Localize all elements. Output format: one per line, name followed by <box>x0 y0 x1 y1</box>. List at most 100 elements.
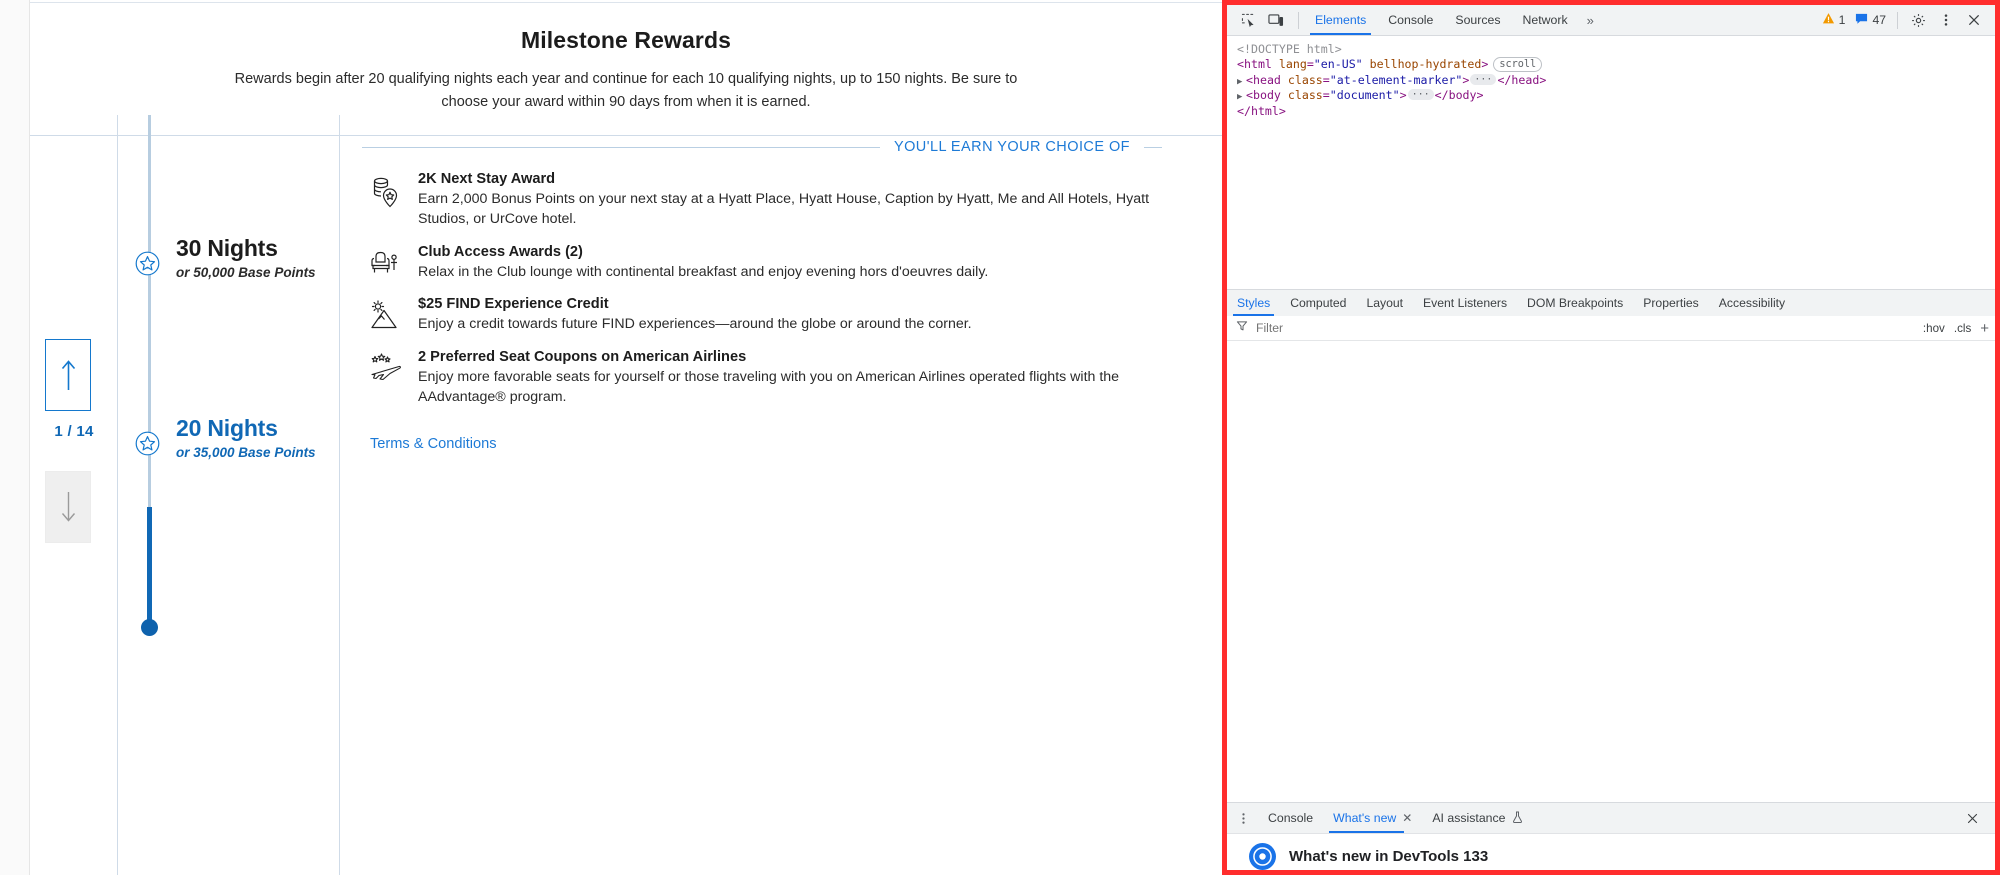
divider-left <box>362 146 880 148</box>
styles-tab-dom-breakpoints[interactable]: DOM Breakpoints <box>1517 290 1633 316</box>
styles-tabbar: Styles Computed Layout Event Listeners D… <box>1227 289 1995 316</box>
reward-desc: Relax in the Club lounge with continenta… <box>418 263 989 280</box>
reward-title: 2 Preferred Seat Coupons on American Air… <box>418 348 747 365</box>
tab-elements[interactable]: Elements <box>1304 5 1377 35</box>
doctype-text: <!DOCTYPE html> <box>1237 42 1342 56</box>
drawer-tab-close-icon[interactable]: ✕ <box>1402 811 1412 825</box>
device-toolbar-icon[interactable] <box>1263 7 1289 33</box>
milestone-rewards-card: Milestone Rewards Rewards begin after 20… <box>30 2 1222 875</box>
styles-tab-layout[interactable]: Layout <box>1356 290 1413 316</box>
reward-text: 2 Preferred Seat Coupons on American Air… <box>418 349 1162 408</box>
inspect-element-icon[interactable] <box>1235 7 1261 33</box>
milestone-nav-rail: 1 / 14 <box>30 115 118 875</box>
styles-tab-event-listeners[interactable]: Event Listeners <box>1413 290 1517 316</box>
styles-filter-input[interactable] <box>1254 320 1917 336</box>
reward-text: $25 FIND Experience Credit Enjoy a credi… <box>418 296 1162 334</box>
expand-triangle-icon[interactable]: ▶ <box>1237 92 1246 104</box>
scroll-down-button[interactable] <box>45 471 91 543</box>
tab-console[interactable]: Console <box>1377 5 1444 35</box>
hov-toggle[interactable]: :hov <box>1923 322 1945 335</box>
page-title: Milestone Rewards <box>520 27 732 53</box>
expand-triangle-icon[interactable]: ▶ <box>1237 77 1246 89</box>
warning-triangle-icon <box>1822 12 1835 28</box>
close-icon[interactable] <box>1961 7 1987 33</box>
dom-line-html[interactable]: <html lang="en-US" bellhop-hydrated> scro… <box>1237 57 1995 73</box>
styles-filter-bar: :hov .cls + <box>1227 316 1995 341</box>
dom-line-body[interactable]: ▶ <body class="document"> ··· </body> <box>1237 88 1995 104</box>
body-tag-gt: > <box>1399 88 1407 103</box>
message-count-badge[interactable]: 47 <box>1851 12 1890 28</box>
drawer-tab-console-label: Console <box>1268 811 1314 825</box>
html-attr-bellhop: bellhop-hydrated <box>1369 57 1482 72</box>
page-left-gutter <box>0 0 30 875</box>
lounge-chair-icon <box>370 244 404 282</box>
devtools-toolbar-icons <box>1227 5 1293 35</box>
drawer-tab-console[interactable]: Console <box>1258 803 1323 833</box>
divider-right <box>1144 146 1162 148</box>
up-arrow-icon <box>60 358 77 392</box>
body-attr-class-value: "document" <box>1329 88 1400 103</box>
reward-item: 2 Preferred Seat Coupons on American Air… <box>362 349 1162 408</box>
message-count: 47 <box>1872 13 1886 27</box>
styles-tab-properties[interactable]: Properties <box>1633 290 1709 316</box>
timeline-nights: 20 Nights <box>176 415 278 441</box>
add-style-rule-icon[interactable]: + <box>1980 320 1989 337</box>
cls-toggle[interactable]: .cls <box>1954 322 1971 335</box>
terms-and-conditions-link[interactable]: Terms & Conditions <box>370 436 497 452</box>
warning-count-badge[interactable]: 1 <box>1818 12 1850 28</box>
timeline-label-30: 30 Nights or 50,000 Base Points <box>176 235 316 280</box>
head-tag-open: <head <box>1246 72 1281 87</box>
dom-line-head[interactable]: ▶ <head class="at-element-marker"> ··· </he… <box>1237 73 1995 89</box>
body-attr-class: class <box>1287 88 1323 103</box>
milestone-timeline: 30 Nights or 50,000 Base Points 20 Night… <box>118 115 340 875</box>
gear-icon[interactable] <box>1905 7 1931 33</box>
devtools-toolbar-right: 1 47 <box>1818 5 1995 35</box>
html-tag-gt: > <box>1481 57 1489 72</box>
scroll-up-button[interactable] <box>45 339 91 411</box>
drawer-tab-whats-new[interactable]: What's new ✕ <box>1323 803 1422 833</box>
kebab-menu-icon[interactable] <box>1933 7 1959 33</box>
drawer-tabbar: Console What's new ✕ AI assistance <box>1227 803 1995 834</box>
whats-new-title: What's new in DevTools 133 <box>1289 847 1489 865</box>
head-tag-gt: > <box>1462 72 1470 87</box>
styles-filter-actions: :hov .cls + <box>1923 320 1989 337</box>
devtools-toolbar: Elements Console Sources Network » 1 47 <box>1227 5 1995 36</box>
devtools-panel: Elements Console Sources Network » 1 47 … <box>1222 0 2000 875</box>
timeline-node-30[interactable] <box>135 251 160 276</box>
drawer-tab-ai-assistance-label: AI assistance <box>1432 811 1506 825</box>
choice-header-label: YOU'LL EARN YOUR CHOICE OF <box>893 139 1130 155</box>
dom-tree[interactable]: <!DOCTYPE html> <html lang="en-US" bellh… <box>1227 36 1995 289</box>
page-subtitle: Rewards begin after 20 qualifying nights… <box>234 71 1018 111</box>
timeline-node-20[interactable] <box>135 431 160 456</box>
drawer-tab-ai-assistance[interactable]: AI assistance <box>1422 803 1532 833</box>
reward-item: Club Access Awards (2) Relax in the Club… <box>362 244 1162 282</box>
reward-desc: Earn 2,000 Bonus Points on your next sta… <box>418 191 1150 228</box>
html-attr-lang-value: "en-US" <box>1313 57 1363 72</box>
timeline-nights: 30 Nights <box>176 235 278 261</box>
tab-sources[interactable]: Sources <box>1444 5 1511 35</box>
coins-pin-icon <box>370 171 404 230</box>
head-tag-close: </head> <box>1497 72 1547 87</box>
reward-text: Club Access Awards (2) Relax in the Club… <box>418 244 1162 282</box>
styles-tab-styles[interactable]: Styles <box>1227 290 1280 316</box>
tab-network[interactable]: Network <box>1512 5 1579 35</box>
styles-tab-accessibility[interactable]: Accessibility <box>1709 290 1795 316</box>
more-tabs-chevron-icon[interactable]: » <box>1579 5 1602 35</box>
styles-tab-computed[interactable]: Computed <box>1280 290 1356 316</box>
html-tag-close: </html> <box>1237 104 1286 119</box>
timeline-label-20: 20 Nights or 35,000 Base Points <box>176 415 316 460</box>
collapsed-children-icon[interactable]: ··· <box>1470 73 1497 85</box>
rewards-panel: YOU'LL EARN YOUR CHOICE OF 2K Next Stay … <box>340 115 1222 875</box>
star-circle-icon <box>135 431 160 456</box>
drawer-kebab-menu-icon[interactable] <box>1227 803 1258 833</box>
reward-item: 2K Next Stay Award Earn 2,000 Bonus Poin… <box>362 171 1162 230</box>
web-page-pane: Milestone Rewards Rewards begin after 20… <box>0 0 1222 875</box>
styles-content <box>1227 341 1995 802</box>
filter-funnel-icon <box>1236 319 1248 337</box>
experiment-flask-icon <box>1512 811 1523 826</box>
html-attr-lang: lang <box>1278 57 1307 72</box>
drawer-close-icon[interactable] <box>1959 805 1985 831</box>
collapsed-children-icon[interactable]: ··· <box>1407 89 1434 101</box>
mountain-sun-icon <box>370 296 404 334</box>
reward-text: 2K Next Stay Award Earn 2,000 Bonus Poin… <box>418 171 1162 230</box>
